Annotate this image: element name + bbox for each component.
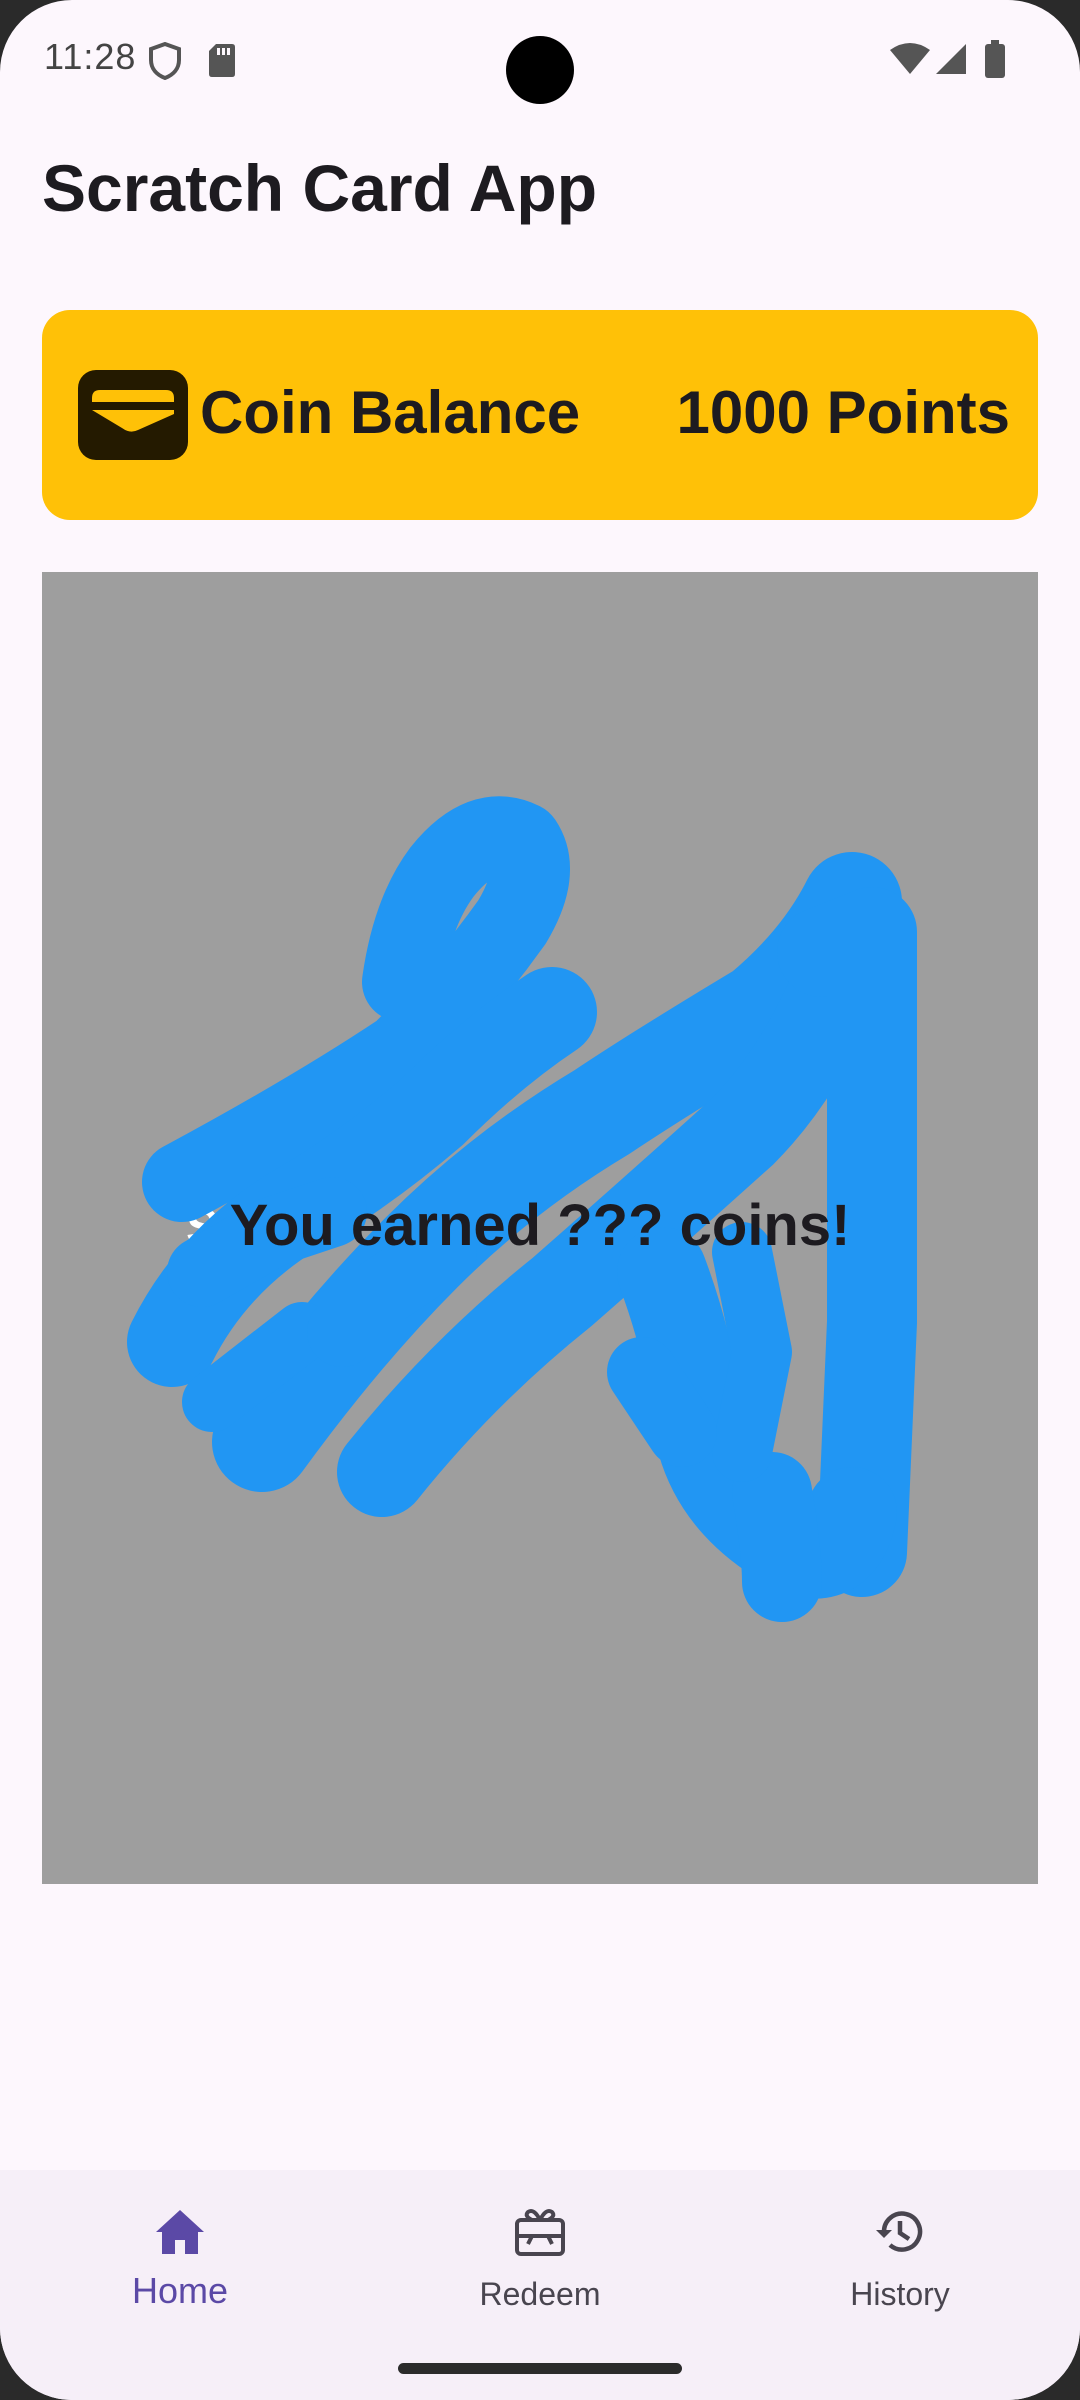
status-time: 11:28: [44, 36, 137, 77]
home-icon: [156, 2210, 204, 2254]
sd-card-icon: [209, 44, 235, 77]
nav-label-history: History: [850, 2276, 950, 2312]
nav-item-home[interactable]: Home: [30, 2204, 330, 2344]
nav-label-home: Home: [131, 2270, 229, 2311]
nav-label-redeem: Redeem: [479, 2276, 601, 2312]
history-icon: [876, 2211, 923, 2252]
nav-item-history[interactable]: History: [750, 2204, 1050, 2344]
nav-item-redeem[interactable]: Redeem: [390, 2204, 690, 2344]
gesture-handle[interactable]: [398, 2363, 682, 2374]
coin-balance-card: Coin Balance 1000 Points: [42, 310, 1038, 520]
camera-cutout: [506, 36, 574, 104]
status-bar: 11:28: [0, 0, 1080, 120]
battery-icon: [985, 40, 1005, 78]
wallet-icon: [78, 370, 188, 460]
app-screen: 11:28 Scratch Card App Coin Balance 1000…: [0, 0, 1080, 2400]
reward-text: You earned ??? coins!: [229, 1193, 851, 1258]
wifi-icon: [890, 43, 930, 74]
coin-balance-label: Coin Balance: [200, 379, 581, 446]
gift-card-icon: [515, 2209, 565, 2256]
signal-icon: [936, 44, 966, 74]
coin-balance-value: 1000 Points: [676, 379, 1011, 446]
scratch-card[interactable]: Sc You earned ??? coins!: [42, 572, 1038, 1884]
page-title: Scratch Card App: [42, 151, 598, 225]
shield-icon: [149, 42, 181, 80]
